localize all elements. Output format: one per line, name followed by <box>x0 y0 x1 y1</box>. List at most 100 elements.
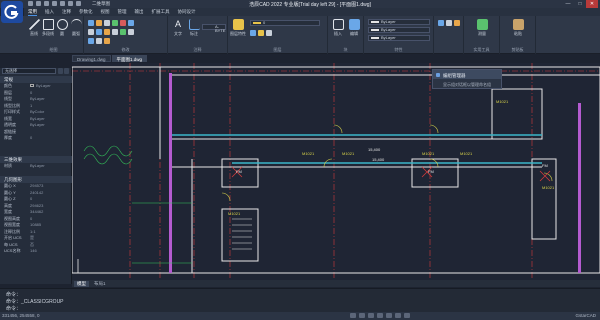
ribbon-group-groups <box>434 16 464 54</box>
command-line[interactable]: 命令： 命令：_CLASSICGROUP 命令： <box>0 288 600 312</box>
text-style-combo[interactable]: A-BYTE <box>202 24 226 33</box>
doc-tab-drawing1[interactable]: Drawing1.dwg <box>72 55 111 62</box>
select-objects-icon[interactable] <box>64 68 69 74</box>
tab-layout1[interactable]: 布局1 <box>91 281 109 287</box>
scale-icon[interactable] <box>120 29 126 35</box>
measure-icon <box>476 19 488 30</box>
layer-stack-icon <box>232 19 244 30</box>
doc-tab-floorplan[interactable]: 平面图1.dwg <box>111 55 148 62</box>
command-history-line: 命令： <box>6 292 22 298</box>
maximize-button[interactable]: □ <box>574 0 586 8</box>
lineweight-combo[interactable]: ByLayer <box>368 35 430 41</box>
lineweight-icon[interactable] <box>404 313 410 318</box>
tab-annotate[interactable]: 注释 <box>62 9 71 15</box>
dimension-tool[interactable]: 标注 <box>186 19 202 37</box>
quick-select-icon[interactable] <box>58 68 63 74</box>
polyline-icon <box>42 19 54 30</box>
tab-extension-tools[interactable]: 扩展工具 <box>152 9 170 15</box>
ungroup-icon[interactable] <box>446 20 452 26</box>
new-icon[interactable] <box>28 1 33 6</box>
door-label: M1021 <box>496 99 509 104</box>
print-icon[interactable] <box>52 1 57 6</box>
erase-icon[interactable] <box>120 20 126 26</box>
group-edit-icon[interactable] <box>454 20 460 26</box>
ribbon-group-annotation: A 文字 标注 A-BYTE 注释 <box>168 16 228 54</box>
tab-parametric[interactable]: 参数化 <box>79 9 93 15</box>
open-icon[interactable] <box>36 1 41 6</box>
app-logo[interactable] <box>1 1 23 23</box>
osnap-icon[interactable] <box>386 313 392 318</box>
layer-on-icon[interactable] <box>250 30 256 36</box>
edit-block-tool[interactable]: 编辑 <box>346 19 362 37</box>
offset-icon[interactable] <box>104 29 110 35</box>
arc-tool[interactable]: 圆弧 <box>68 19 84 37</box>
undo-icon[interactable] <box>60 1 65 6</box>
group-manager-item[interactable]: 编组管理器 <box>433 70 501 79</box>
group-icon[interactable] <box>438 20 444 26</box>
otrack-icon[interactable] <box>395 313 401 318</box>
explode-icon[interactable] <box>128 29 134 35</box>
paste-tool[interactable]: 粘贴 <box>510 19 526 37</box>
selection-dropdown[interactable]: 无选择 <box>2 68 56 74</box>
layer-combo[interactable]: 0 <box>250 20 320 26</box>
break-icon[interactable] <box>96 38 102 44</box>
snap-icon[interactable] <box>359 313 365 318</box>
text-tool[interactable]: A 文字 <box>170 19 186 37</box>
rotate-icon[interactable] <box>96 20 102 26</box>
tab-collaboration[interactable]: 协同设计 <box>178 9 196 15</box>
move-icon[interactable] <box>88 20 94 26</box>
layer-properties-tool[interactable]: 图层特性 <box>230 19 246 37</box>
ortho-icon[interactable] <box>368 313 374 318</box>
minimize-button[interactable]: — <box>562 0 574 8</box>
section-3d-effects[interactable]: 三维效果 <box>0 156 72 163</box>
mirror-icon[interactable] <box>128 20 134 26</box>
redo-icon[interactable] <box>68 1 73 6</box>
brand-label: GstarCAD <box>575 313 596 318</box>
grid-icon[interactable] <box>350 313 356 318</box>
command-history-line: 命令：_CLASSICGROUP <box>6 299 64 305</box>
save-icon[interactable] <box>44 1 49 6</box>
ribbon-tab-bar: 常用 插入 注释 参数化 视图 管理 输出 扩展工具 协同设计 <box>24 8 600 16</box>
quick-access-toolbar[interactable] <box>28 1 81 6</box>
join-icon[interactable] <box>104 38 110 44</box>
tab-model[interactable]: 模型 <box>74 280 89 287</box>
linetype-combo[interactable]: ByLayer <box>368 27 430 33</box>
group-manager-icon <box>436 73 440 77</box>
copy-icon[interactable] <box>88 29 94 35</box>
trim-icon[interactable] <box>104 20 110 26</box>
door-label: M1021 <box>422 151 435 156</box>
layer-freeze-icon[interactable] <box>258 30 264 36</box>
measure-tool[interactable]: 测量 <box>474 19 490 37</box>
ribbon-group-label: 特性 <box>394 47 403 52</box>
tab-home[interactable]: 常用 <box>28 9 37 16</box>
document-tabs: Drawing1.dwg 平面图1.dwg <box>72 55 148 62</box>
drawing-canvas[interactable]: M1021 M1021 M1021 M1021 M1021 M1021 M102… <box>72 63 600 280</box>
tab-view[interactable]: 视图 <box>101 9 110 15</box>
tab-manage[interactable]: 管理 <box>118 9 127 15</box>
section-geometry[interactable]: 几何图形 <box>0 176 72 183</box>
array-icon[interactable] <box>112 29 118 35</box>
color-combo[interactable]: ByLayer <box>368 19 430 25</box>
fillet-icon[interactable] <box>96 29 102 35</box>
section-general[interactable]: 常规 <box>0 76 72 83</box>
paste-icon <box>512 19 524 30</box>
ribbon-group-modify: 修改 <box>84 16 168 54</box>
polar-icon[interactable] <box>377 313 383 318</box>
ribbon-group-clipboard: 粘贴 剪贴板 <box>500 16 536 54</box>
stretch-icon[interactable] <box>88 38 94 44</box>
prop-row: 材质 ByLayer <box>4 163 45 168</box>
layer-lock-icon[interactable] <box>266 30 272 36</box>
dimension-text: 15,400 <box>368 147 381 152</box>
workspace-selector[interactable]: 二维草图 <box>92 1 110 7</box>
ribbon-group-draw: 直线 多段线 圆 圆弧 绘图 <box>24 16 84 54</box>
close-button[interactable]: ✕ <box>586 0 598 8</box>
properties-panel: 无选择 常规 颜色 ByLayer 图层 0 线型 ByLayer 线型比例 1 打印样… <box>0 68 72 284</box>
tab-output[interactable]: 输出 <box>135 9 144 15</box>
insert-block-tool[interactable]: 插入 <box>330 19 346 37</box>
command-input[interactable]: 命令： <box>6 305 21 312</box>
status-bar: 331456, 254558, 0 GstarCAD <box>0 312 600 320</box>
tab-insert[interactable]: 插入 <box>45 9 54 15</box>
extend-icon[interactable] <box>112 20 118 26</box>
ribbon-group-label: 实用工具 <box>473 47 490 52</box>
dropdown-icon[interactable] <box>76 1 81 6</box>
